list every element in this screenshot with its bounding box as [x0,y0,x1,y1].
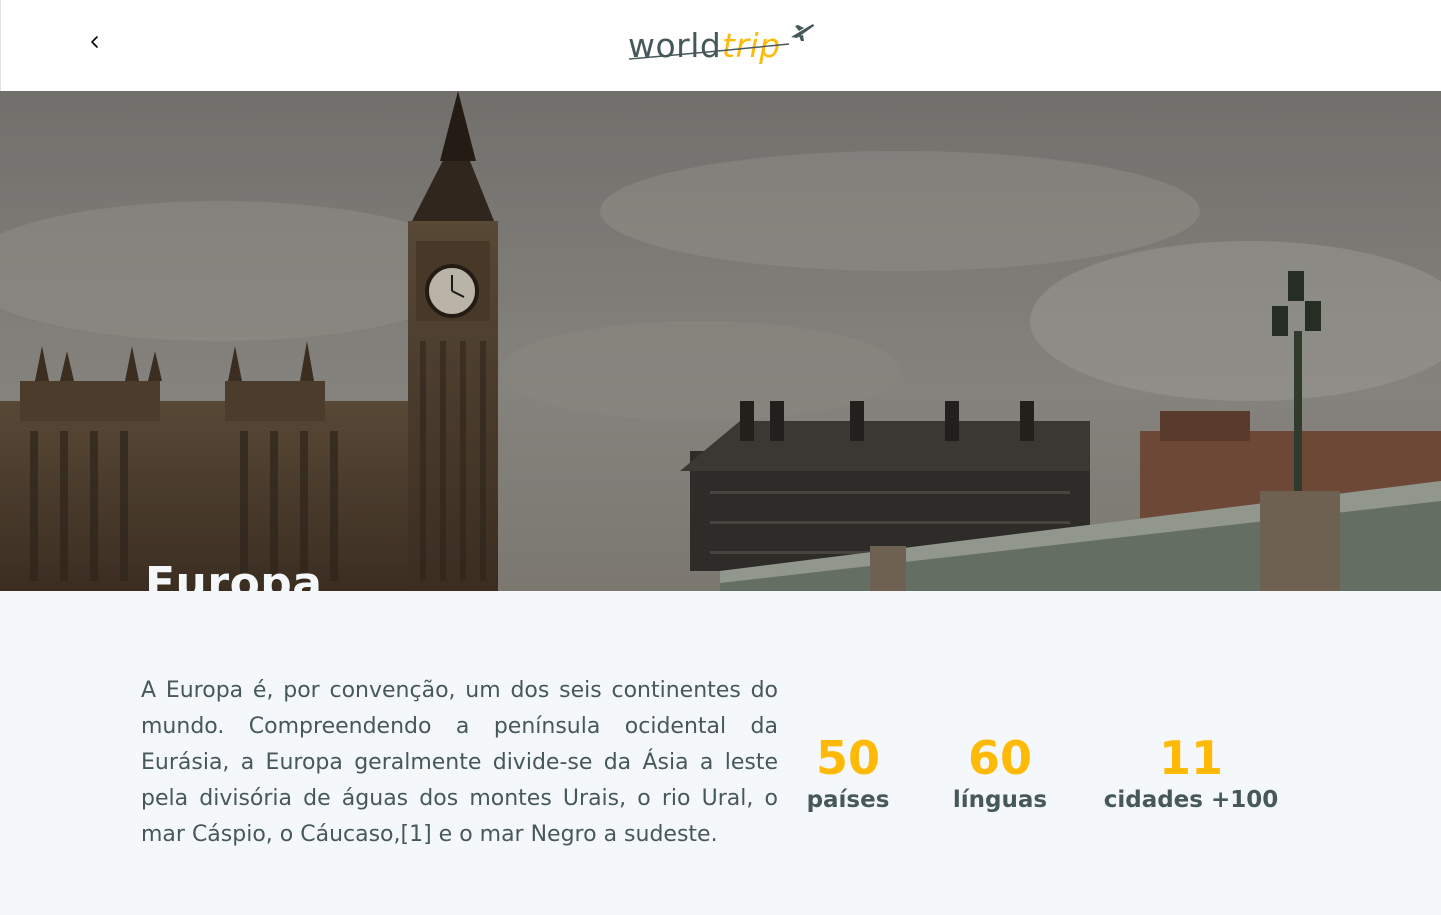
stat-countries-label: países [806,787,890,813]
stat-languages-value: 60 [967,731,1032,785]
header: world trip [0,0,1441,91]
stat-languages-label: línguas [952,787,1048,813]
continent-title: Europa [145,558,323,591]
continent-content: A Europa é, por convenção, um dos seis c… [0,591,1441,915]
banner-image [0,91,1441,591]
continent-stats: 50 países 60 línguas 11 cidades +100 [790,727,1290,837]
continent-description: A Europa é, por convenção, um dos seis c… [141,678,778,847]
stat-cities: 11 cidades +100 [1100,727,1282,815]
chevron-left-icon [91,36,98,48]
stat-countries-value: 50 [815,731,880,785]
continent-banner: Europa [0,91,1441,591]
airplane-icon [791,24,814,41]
stat-countries: 50 países [798,727,898,815]
stat-cities-value: 11 [1158,731,1223,785]
worldtrip-logo[interactable]: world trip [621,14,821,74]
stat-languages: 60 línguas [940,727,1060,815]
stat-cities-label: cidades +100 [1103,787,1279,813]
back-button[interactable] [81,28,109,56]
